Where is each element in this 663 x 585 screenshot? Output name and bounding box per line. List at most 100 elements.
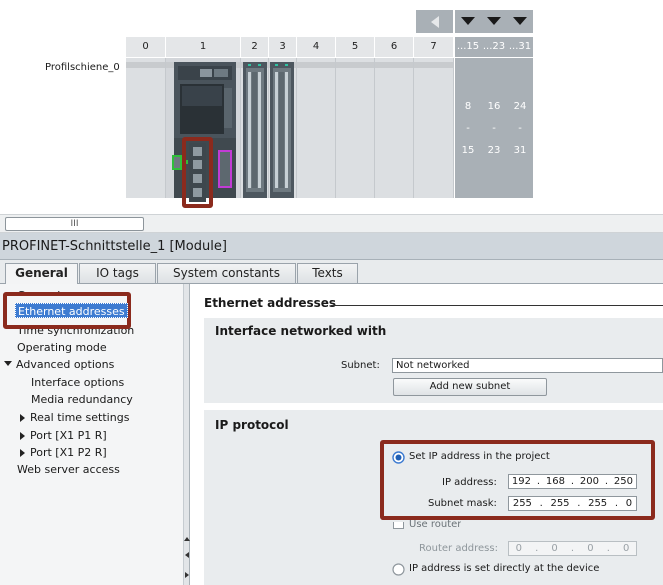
slot-5[interactable]	[336, 58, 375, 198]
octet-dot: .	[539, 498, 543, 509]
green-port[interactable]	[172, 155, 182, 170]
expand-button-1[interactable]	[455, 10, 481, 33]
router-octet-3: 0	[587, 543, 594, 554]
module-title: PROFINET-Schnittstelle_1 [Module]	[2, 239, 227, 254]
nav-interface-options[interactable]: Interface options	[31, 376, 124, 389]
tab-general[interactable]: General	[5, 263, 78, 284]
set-ip-label: Set IP address in the project	[409, 451, 550, 462]
octet-dot: .	[535, 543, 539, 554]
use-router-checkbox[interactable]	[393, 522, 404, 529]
extra-slot-header-23: ...23	[481, 37, 507, 57]
nav-scrollbar[interactable]	[184, 284, 190, 585]
title-rule	[331, 305, 663, 306]
slot-header-7: 7	[414, 37, 454, 57]
ip-address-label: IP address:	[442, 477, 497, 488]
octet-dot: .	[570, 543, 575, 554]
router-address-input[interactable]: 0. 0. 0. 0	[508, 541, 637, 556]
slot-header-0: 0	[126, 37, 166, 57]
tab-texts[interactable]: Texts	[297, 263, 358, 283]
range-from: 16	[487, 101, 501, 112]
use-router-label: Use router	[409, 520, 462, 530]
nav-advanced-options[interactable]: Advanced options	[4, 358, 114, 371]
range-from: 24	[513, 101, 527, 112]
octet-dot: .	[604, 476, 609, 487]
nav-port-x1-p1-label: Port [X1 P1 R]	[30, 429, 107, 442]
slot-0[interactable]	[126, 58, 166, 198]
subnet-label: Subnet:	[341, 360, 380, 371]
range-dash: -	[492, 123, 496, 134]
expand-button-3[interactable]	[507, 10, 533, 33]
range-to: 31	[513, 145, 527, 156]
nav-real-time-label: Real time settings	[30, 411, 130, 424]
mask-octet-1[interactable]: 255	[513, 497, 532, 510]
scrollbar-thumb[interactable]: III	[5, 217, 144, 231]
collapsed-triangle-icon	[20, 414, 25, 422]
router-octet-4: 0	[623, 543, 630, 554]
nav-highlight-box: Ethernet addresses	[3, 292, 131, 329]
triangle-down-icon	[461, 17, 475, 25]
range-dash: -	[466, 123, 470, 134]
tab-io-tags[interactable]: IO tags	[79, 263, 156, 283]
slot-range-8-15[interactable]: 8 - 15	[455, 58, 481, 198]
slot-4[interactable]	[297, 58, 336, 198]
horizontal-scrollbar[interactable]: III	[0, 214, 663, 233]
scroll-right-icon	[185, 572, 189, 578]
scroll-up-icon	[184, 537, 190, 541]
ip-at-device-label: IP address is set directly at the device	[409, 563, 600, 574]
subnet-mask-input[interactable]: 255. 255. 255. 0	[508, 496, 637, 511]
slot-header-6: 6	[375, 37, 414, 57]
router-octet-1: 0	[515, 543, 522, 554]
collapsed-triangle-icon	[20, 432, 25, 440]
ip-address-input[interactable]: 192. 168. 200. 250	[508, 474, 637, 489]
rail-label: Profilschiene_0	[45, 62, 120, 73]
subnet-dropdown[interactable]: Not networked	[392, 358, 663, 373]
ip-octet-4[interactable]: 250	[614, 475, 633, 488]
add-new-subnet-button[interactable]: Add new subnet	[393, 378, 547, 396]
extra-slot-header-15: ...15	[455, 37, 481, 57]
router-octet-2: 0	[551, 543, 558, 554]
expand-button-2[interactable]	[481, 10, 507, 33]
triangle-left-icon	[430, 15, 439, 28]
mask-octet-4[interactable]: 0	[626, 497, 632, 510]
slot-6[interactable]	[375, 58, 414, 198]
octet-dot: .	[577, 498, 581, 509]
tab-system-constants[interactable]: System constants	[157, 263, 296, 283]
octet-dot: .	[570, 476, 575, 487]
profinet-interface-highlight[interactable]	[182, 137, 213, 208]
range-dash: -	[518, 123, 522, 134]
subnet-mask-label: Subnet mask:	[428, 498, 497, 509]
slot-header-5: 5	[336, 37, 375, 57]
slot-header-1: 1	[166, 37, 241, 57]
ip-octet-2[interactable]: 168	[546, 475, 565, 488]
scroll-left-button[interactable]	[416, 10, 453, 33]
nav-real-time-settings[interactable]: Real time settings	[20, 411, 129, 424]
nav-ethernet-addresses[interactable]: Ethernet addresses	[15, 303, 128, 318]
ip-octet-1[interactable]: 192	[512, 475, 531, 488]
magenta-port[interactable]	[218, 150, 232, 188]
radio-ip-at-device[interactable]	[392, 563, 405, 576]
router-address-label: Router address:	[419, 543, 498, 554]
extra-slot-header-31: ...31	[507, 37, 533, 57]
mask-octet-3[interactable]: 255	[588, 497, 607, 510]
radio-set-ip-selected[interactable]	[392, 451, 405, 464]
octet-dot: .	[614, 498, 619, 509]
slot-range-16-23[interactable]: 16 - 23	[481, 58, 507, 198]
slot-range-24-31[interactable]: 24 - 31	[507, 58, 533, 198]
nav-web-server-access[interactable]: Web server access	[17, 463, 120, 476]
nav-port-x1-p2[interactable]: Port [X1 P2 R]	[20, 446, 107, 459]
content-title: Ethernet addresses	[204, 296, 337, 310]
slot-7[interactable]	[414, 58, 454, 198]
ip-octet-3[interactable]: 200	[580, 475, 599, 488]
triangle-down-icon	[487, 17, 501, 25]
nav-operating-mode[interactable]: Operating mode	[17, 341, 107, 354]
nav-advanced-options-label: Advanced options	[16, 358, 115, 371]
profinet-ports-icon	[189, 143, 206, 202]
ip-heading: IP protocol	[215, 418, 289, 432]
nav-media-redundancy[interactable]: Media redundancy	[31, 393, 133, 406]
mask-octet-2[interactable]: 255	[550, 497, 569, 510]
range-to: 23	[487, 145, 501, 156]
slot-header-4: 4	[297, 37, 336, 57]
slot-header-2: 2	[241, 37, 269, 57]
nav-port-x1-p1[interactable]: Port [X1 P1 R]	[20, 429, 107, 442]
interface-heading: Interface networked with	[215, 324, 387, 338]
